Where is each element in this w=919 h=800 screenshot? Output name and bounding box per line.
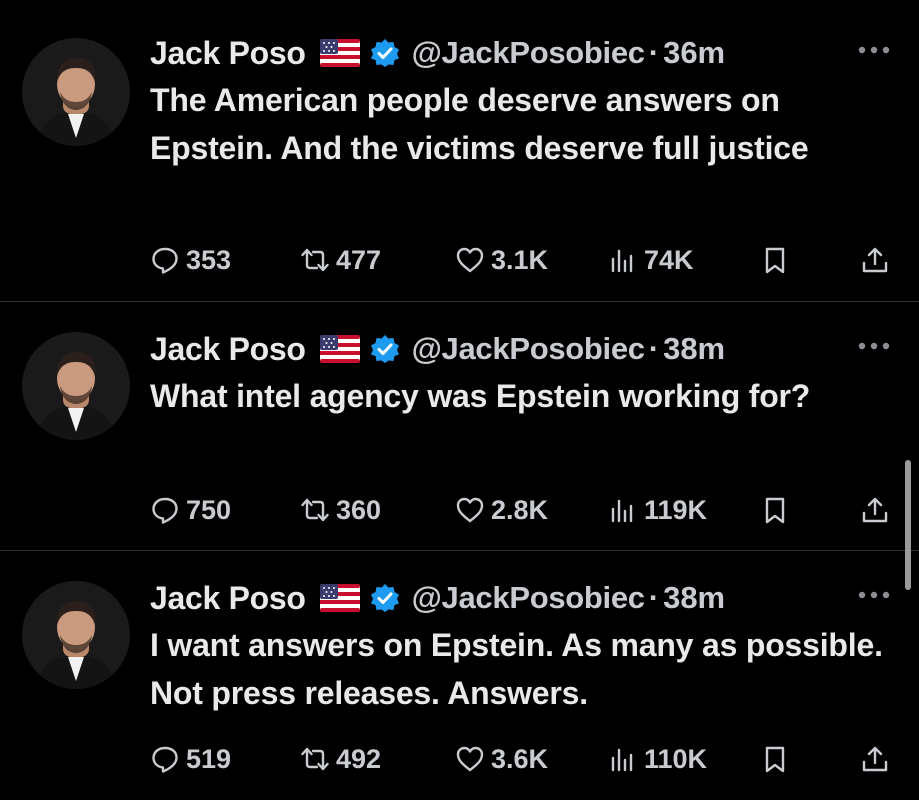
- views-button[interactable]: 74K: [608, 238, 694, 282]
- avatar[interactable]: [22, 38, 130, 146]
- retweet-button[interactable]: 492: [300, 737, 381, 781]
- reply-button[interactable]: 353: [150, 238, 231, 282]
- tweet[interactable]: Jack Poso: [0, 301, 919, 551]
- bookmark-icon: [765, 746, 785, 773]
- views-button[interactable]: 110K: [608, 737, 707, 781]
- verified-badge-icon[interactable]: [370, 38, 400, 68]
- tweet-actions: 353 477 3.1K 74K: [150, 238, 895, 282]
- like-button[interactable]: 2.8K: [455, 488, 548, 532]
- reply-button[interactable]: 519: [150, 737, 231, 781]
- bookmark-icon: [765, 247, 785, 274]
- retweet-button[interactable]: 360: [300, 488, 381, 532]
- analytics-icon: [611, 748, 633, 772]
- author-name[interactable]: Jack Poso: [150, 580, 306, 617]
- tweet-header: Jack Poso: [150, 326, 725, 372]
- like-count: 2.8K: [491, 494, 549, 525]
- like-count: 3.6K: [491, 743, 549, 774]
- share-button[interactable]: [860, 737, 896, 781]
- tweet[interactable]: Jack Poso: [0, 550, 919, 800]
- views-button[interactable]: 119K: [608, 488, 707, 532]
- separator-dot: ·: [648, 331, 660, 366]
- tweet-timestamp[interactable]: 36m: [663, 35, 725, 71]
- more-options-icon[interactable]: [857, 44, 891, 56]
- bookmark-button[interactable]: [760, 238, 796, 282]
- retweet-count: 360: [336, 494, 382, 525]
- verified-badge-icon[interactable]: [370, 583, 400, 613]
- tweet-header: Jack Poso: [150, 575, 725, 621]
- retweet-icon: [301, 498, 329, 522]
- separator-dot: ·: [648, 35, 660, 70]
- retweet-count: 492: [336, 743, 382, 774]
- like-count: 3.1K: [491, 244, 549, 275]
- retweet-icon: [301, 747, 329, 771]
- retweet-icon: [301, 248, 329, 272]
- view-count: 74K: [644, 244, 694, 275]
- heart-icon: [456, 746, 484, 772]
- author-name[interactable]: Jack Poso: [150, 331, 306, 368]
- scrollbar[interactable]: [905, 460, 911, 590]
- heart-icon: [456, 497, 484, 523]
- tweet-text: I want answers on Epstein. As many as po…: [150, 627, 883, 711]
- share-icon: [862, 746, 888, 772]
- share-button[interactable]: [860, 238, 896, 282]
- tweet-timestamp[interactable]: 38m: [663, 331, 725, 367]
- reply-count: 353: [186, 244, 232, 275]
- analytics-icon: [611, 249, 633, 273]
- author-name[interactable]: Jack Poso: [150, 35, 306, 72]
- us-flag-icon: [319, 39, 360, 67]
- reply-button[interactable]: 750: [150, 488, 231, 532]
- bookmark-icon: [765, 497, 785, 524]
- heart-icon: [456, 247, 484, 273]
- more-options-icon[interactable]: [857, 340, 891, 352]
- reply-icon: [152, 497, 178, 524]
- reply-icon: [152, 746, 178, 773]
- reply-count: 750: [186, 494, 232, 525]
- share-icon: [862, 247, 888, 273]
- author-handle[interactable]: @JackPosobiec: [412, 580, 645, 616]
- tweet-text: What intel agency was Epstein working fo…: [150, 378, 811, 414]
- us-flag-icon: [319, 584, 360, 612]
- share-button[interactable]: [860, 488, 896, 532]
- tweet-actions: 750 360 2.8K 119K: [150, 488, 895, 532]
- share-icon: [862, 497, 888, 523]
- separator-dot: ·: [648, 580, 660, 615]
- tweet-text: The American people deserve answers on E…: [150, 82, 809, 166]
- view-count: 119K: [644, 494, 708, 525]
- retweet-count: 477: [336, 244, 382, 275]
- reply-icon: [152, 247, 178, 274]
- bookmark-button[interactable]: [760, 488, 796, 532]
- retweet-button[interactable]: 477: [300, 238, 381, 282]
- tweet-actions: 519 492 3.6K 110K: [150, 737, 895, 781]
- author-handle[interactable]: @JackPosobiec: [412, 35, 645, 71]
- like-button[interactable]: 3.6K: [455, 737, 548, 781]
- tweet-header: Jack Poso: [150, 30, 725, 76]
- author-handle[interactable]: @JackPosobiec: [412, 331, 645, 367]
- reply-count: 519: [186, 743, 232, 774]
- more-options-icon[interactable]: [857, 589, 891, 601]
- bookmark-button[interactable]: [760, 737, 796, 781]
- tweet[interactable]: Jack Poso: [0, 0, 919, 275]
- verified-badge-icon[interactable]: [370, 334, 400, 364]
- us-flag-icon: [319, 335, 360, 363]
- avatar[interactable]: [22, 332, 130, 440]
- avatar[interactable]: [22, 581, 130, 689]
- like-button[interactable]: 3.1K: [455, 238, 548, 282]
- tweet-timestamp[interactable]: 38m: [663, 580, 725, 616]
- analytics-icon: [611, 499, 633, 523]
- timeline-feed: Jack Poso @JackPosobiec · 36m The Americ…: [0, 0, 919, 800]
- view-count: 110K: [644, 743, 708, 774]
